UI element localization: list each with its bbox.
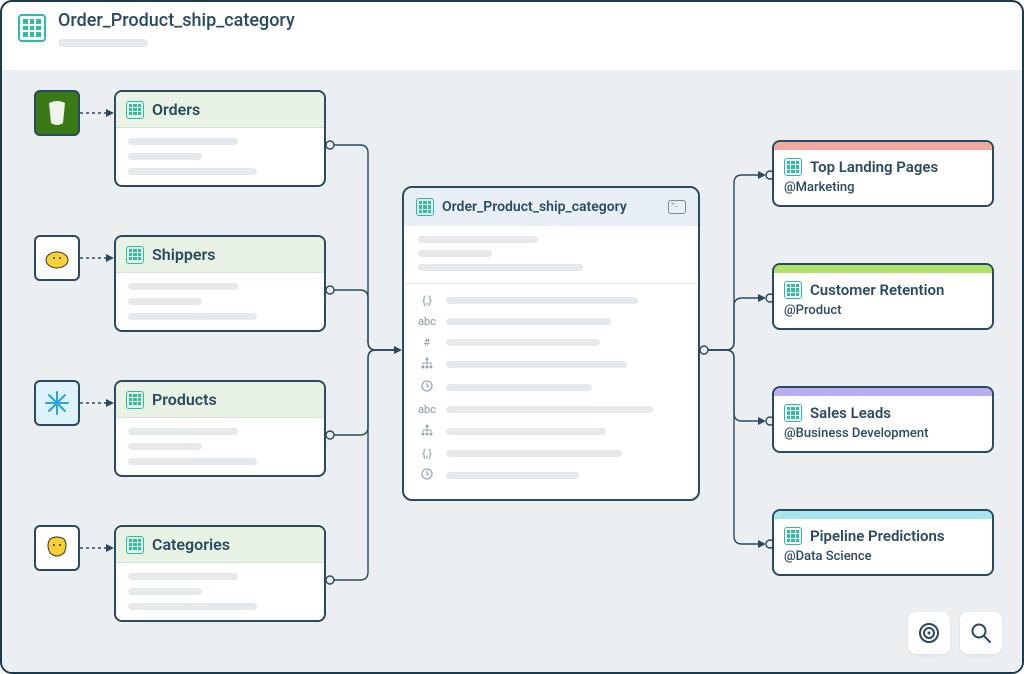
table-title: Orders	[152, 100, 200, 119]
accent-stripe	[774, 388, 992, 396]
field-row: {,}	[418, 447, 684, 460]
table-icon	[126, 101, 144, 119]
field-name-placeholder	[446, 361, 627, 368]
table-icon	[416, 198, 434, 216]
field-name-placeholder	[446, 472, 579, 479]
output-owner: @Product	[784, 303, 982, 318]
center-title: Order_Product_ship_category	[442, 199, 660, 215]
field-list: {,} abc # abc {,}	[404, 284, 698, 499]
table-icon	[784, 404, 802, 422]
focus-button[interactable]	[908, 612, 950, 654]
table-categories[interactable]: Categories	[114, 525, 326, 622]
accent-stripe	[774, 142, 992, 150]
table-title: Categories	[152, 535, 230, 554]
header: Order_Product_ship_category	[2, 2, 1022, 70]
table-icon	[18, 14, 46, 42]
table-icon	[784, 527, 802, 545]
field-row: #	[418, 336, 684, 349]
lineage-canvas[interactable]: Orders Shippers Products Categories Orde…	[2, 70, 1022, 672]
field-name-placeholder	[446, 384, 592, 391]
field-name-placeholder	[446, 428, 606, 435]
output-card-top-landing-pages[interactable]: Top Landing Pages @Marketing	[772, 140, 994, 207]
field-type-tree-icon	[418, 357, 436, 372]
field-type-abc-icon: abc	[418, 315, 436, 328]
table-icon	[126, 246, 144, 264]
field-type-clock-icon	[418, 380, 436, 395]
table-icon	[126, 391, 144, 409]
field-row: abc	[418, 315, 684, 328]
field-row	[418, 380, 684, 395]
field-name-placeholder	[446, 450, 622, 457]
app-frame: Order_Product_ship_category	[0, 0, 1024, 674]
field-row	[418, 468, 684, 483]
table-icon	[126, 536, 144, 554]
output-owner: @Data Science	[784, 549, 982, 564]
field-type-tree-icon	[418, 424, 436, 439]
table-products[interactable]: Products	[114, 380, 326, 477]
field-type-#-icon: #	[418, 336, 436, 349]
sql-editor-icon[interactable]	[668, 200, 686, 214]
table-orders[interactable]: Orders	[114, 90, 326, 187]
field-name-placeholder	[446, 406, 653, 413]
page-subtitle-placeholder	[58, 39, 148, 47]
accent-stripe	[774, 511, 992, 519]
field-row	[418, 357, 684, 372]
field-row	[418, 424, 684, 439]
field-type-clock-icon	[418, 468, 436, 483]
source-hadoop-icon[interactable]	[34, 235, 80, 281]
field-row: abc	[418, 403, 684, 416]
table-title: Shippers	[152, 245, 215, 264]
field-name-placeholder	[446, 318, 611, 325]
output-card-pipeline-predictions[interactable]: Pipeline Predictions @Data Science	[772, 509, 994, 576]
accent-stripe	[774, 265, 992, 273]
output-card-sales-leads[interactable]: Sales Leads @Business Development	[772, 386, 994, 453]
page-title: Order_Product_ship_category	[58, 10, 295, 31]
field-type-abc-icon: abc	[418, 403, 436, 416]
table-shippers[interactable]: Shippers	[114, 235, 326, 332]
output-owner: @Marketing	[784, 180, 982, 195]
table-icon	[784, 158, 802, 176]
table-icon	[784, 281, 802, 299]
field-row: {,}	[418, 294, 684, 307]
source-hive-icon[interactable]	[34, 525, 80, 571]
source-s3-icon[interactable]	[34, 90, 80, 136]
output-title: Pipeline Predictions	[810, 527, 945, 545]
output-title: Sales Leads	[810, 404, 891, 422]
center-query-card[interactable]: Order_Product_ship_category {,}abc#abc{,…	[402, 186, 700, 501]
output-owner: @Business Development	[784, 426, 982, 441]
field-name-placeholder	[446, 297, 638, 304]
output-title: Top Landing Pages	[810, 158, 938, 176]
field-name-placeholder	[446, 339, 600, 346]
field-type-{,}-icon: {,}	[418, 447, 436, 460]
table-title: Products	[152, 390, 217, 409]
output-title: Customer Retention	[810, 281, 944, 299]
output-card-customer-retention[interactable]: Customer Retention @Product	[772, 263, 994, 330]
field-type-{,}-icon: {,}	[418, 294, 436, 307]
search-button[interactable]	[960, 612, 1002, 654]
source-snowflake-icon[interactable]	[34, 380, 80, 426]
